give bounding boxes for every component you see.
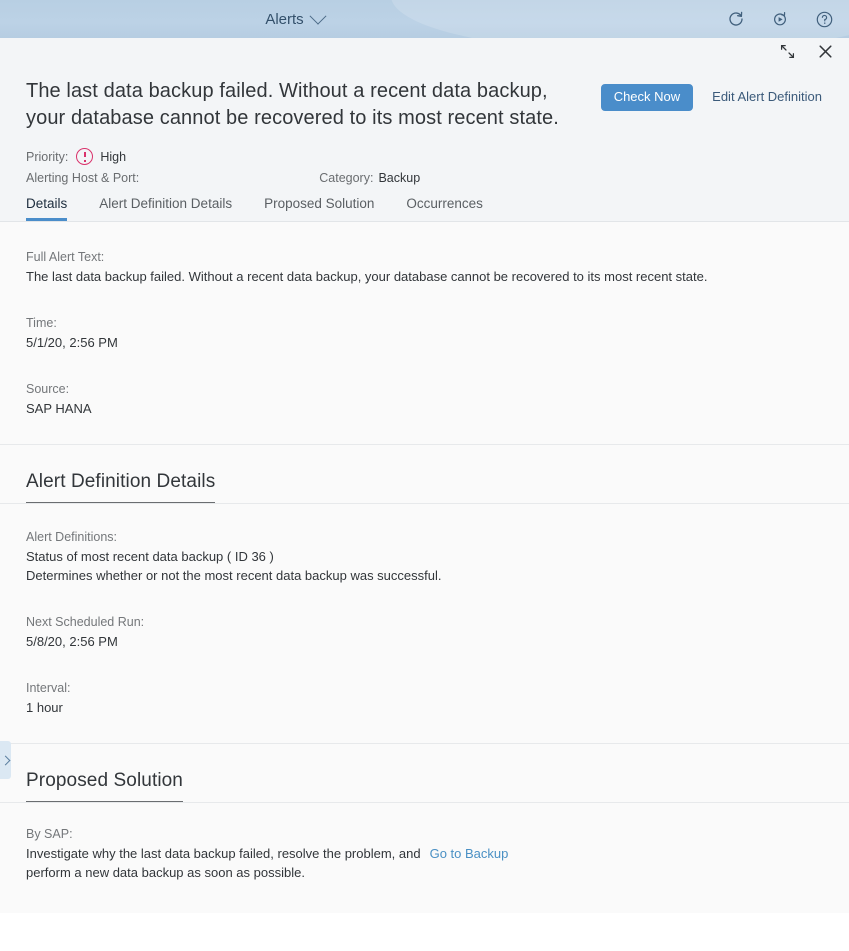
details-section: Full Alert Text: The last data backup fa…: [0, 222, 849, 418]
shell-bar: Alerts: [0, 0, 849, 38]
source-value: SAP HANA: [26, 401, 92, 416]
interval-label: Interval:: [26, 681, 71, 695]
full-alert-text-value: The last data backup failed. Without a r…: [26, 269, 708, 284]
alert-definitions-label: Alert Definitions:: [26, 530, 118, 544]
full-alert-text-field: Full Alert Text: The last data backup fa…: [26, 248, 823, 286]
host-category-row: Alerting Host & Port: Category: Backup: [26, 167, 827, 188]
next-scheduled-run-field: Next Scheduled Run: 5/8/20, 2:56 PM: [26, 613, 823, 651]
alert-header: The last data backup failed. Without a r…: [0, 64, 849, 188]
tab-alert-definition-details[interactable]: Alert Definition Details: [99, 196, 232, 222]
detail-content-area: Full Alert Text: The last data backup fa…: [0, 222, 849, 913]
tab-occurrences[interactable]: Occurrences: [406, 196, 483, 222]
by-sap-field: By SAP: Investigate why the last data ba…: [26, 825, 823, 882]
source-field: Source: SAP HANA: [26, 380, 823, 418]
go-to-backup-link[interactable]: Go to Backup: [430, 846, 509, 861]
category-value: Backup: [378, 170, 421, 185]
alerting-host-port-label: Alerting Host & Port:: [26, 170, 140, 185]
shell-title[interactable]: Alerts: [0, 0, 849, 38]
side-panel-expand-handle[interactable]: [0, 741, 11, 779]
edit-alert-definition-button[interactable]: Edit Alert Definition: [707, 84, 827, 111]
help-icon[interactable]: [813, 8, 835, 30]
page-title: The last data backup failed. Without a r…: [26, 80, 559, 129]
auto-refresh-icon[interactable]: [769, 8, 791, 30]
time-field: Time: 5/1/20, 2:56 PM: [26, 314, 823, 352]
next-scheduled-run-value: 5/8/20, 2:56 PM: [26, 634, 118, 649]
proposed-solution-text-line2: perform a new data backup as soon as pos…: [26, 865, 305, 880]
interval-field: Interval: 1 hour: [26, 679, 823, 717]
proposed-solution-text-line1: Investigate why the last data backup fai…: [26, 846, 421, 861]
time-value: 5/1/20, 2:56 PM: [26, 335, 118, 350]
header-actions: Check Now Edit Alert Definition: [600, 78, 827, 112]
source-label: Source:: [26, 382, 70, 396]
dialog-toolbar: [0, 38, 849, 64]
alert-definition-details-heading: Alert Definition Details: [26, 471, 216, 503]
category-label: Category:: [319, 170, 374, 185]
check-now-button[interactable]: Check Now: [600, 84, 694, 112]
chevron-right-icon: [0, 755, 10, 765]
refresh-icon[interactable]: [725, 8, 747, 30]
proposed-solution-section: By SAP: Investigate why the last data ba…: [0, 803, 849, 882]
priority-value: High: [100, 149, 127, 164]
alert-definition-details-heading-wrap: Alert Definition Details: [0, 445, 849, 503]
alert-circle-icon: [76, 148, 94, 165]
tab-details[interactable]: Details: [26, 196, 68, 221]
proposed-solution-heading-wrap: Proposed Solution: [0, 744, 849, 802]
priority-label: Priority:: [26, 149, 69, 164]
interval-value: 1 hour: [26, 700, 63, 715]
full-alert-text-label: Full Alert Text:: [26, 250, 105, 264]
shell-actions: [725, 0, 835, 38]
alert-definitions-value-line2: Determines whether or not the most recen…: [26, 568, 442, 583]
by-sap-label: By SAP:: [26, 827, 73, 841]
priority-row: Priority: High: [26, 146, 827, 167]
proposed-solution-heading: Proposed Solution: [26, 770, 183, 802]
shell-title-label: Alerts: [265, 10, 304, 28]
fullscreen-icon[interactable]: [777, 41, 797, 61]
tab-proposed-solution[interactable]: Proposed Solution: [264, 196, 374, 222]
tab-bar: Details Alert Definition Details Propose…: [0, 188, 849, 222]
time-label: Time:: [26, 316, 57, 330]
alert-definition-details-section: Alert Definitions: Status of most recent…: [0, 504, 849, 717]
chevron-down-icon[interactable]: [309, 7, 327, 25]
next-scheduled-run-label: Next Scheduled Run:: [26, 615, 145, 629]
close-icon[interactable]: [815, 41, 835, 61]
alert-meta: Priority: High Alerting Host & Port: Cat…: [26, 132, 827, 188]
alert-definitions-value-line1: Status of most recent data backup ( ID 3…: [26, 549, 274, 564]
alert-definitions-field: Alert Definitions: Status of most recent…: [26, 528, 823, 585]
